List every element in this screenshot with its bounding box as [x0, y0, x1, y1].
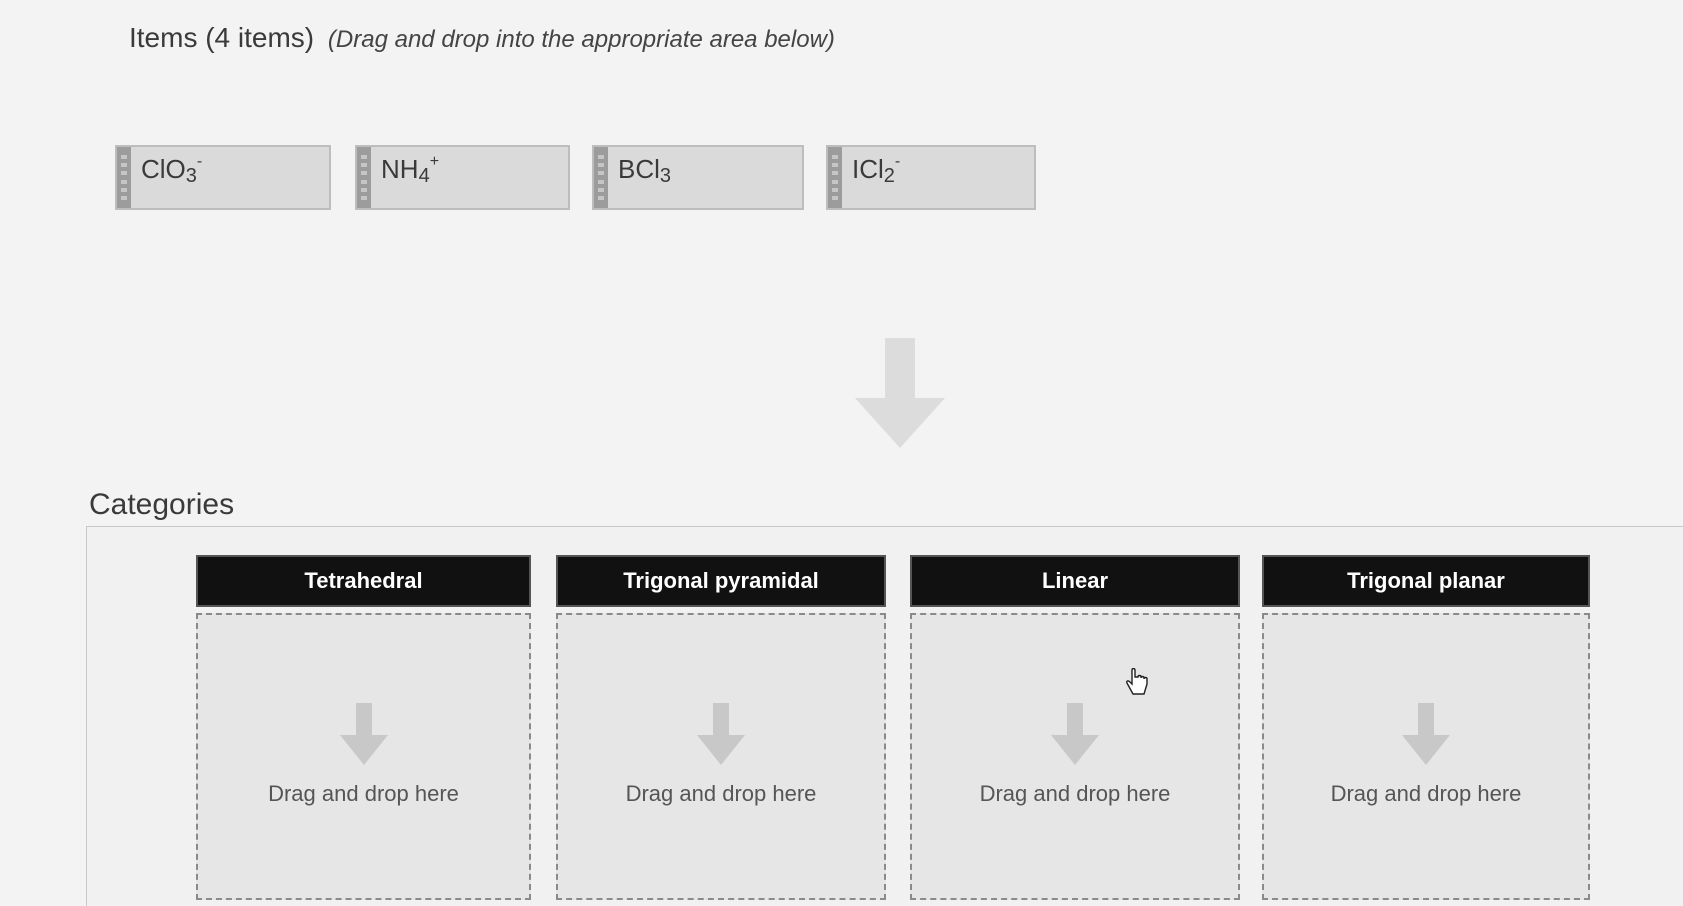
item-label: NH4+	[381, 153, 440, 187]
drop-text: Drag and drop here	[979, 781, 1171, 806]
items-header: Items (4 items) (Drag and drop into the …	[129, 22, 835, 54]
item-label: ICl2-	[852, 153, 901, 187]
drag-handle-icon[interactable]	[357, 147, 371, 208]
drop-text: Drag and drop here	[625, 781, 817, 806]
drag-handle-icon[interactable]	[828, 147, 842, 208]
down-arrow-icon	[855, 338, 945, 448]
item-clo3[interactable]: ClO3-	[115, 145, 331, 210]
item-label: ClO3-	[141, 153, 203, 187]
hand-pointer-icon	[1126, 668, 1148, 695]
drop-zone-linear[interactable]: Drag and drop here	[910, 613, 1240, 900]
category-header: Trigonal planar	[1262, 555, 1590, 607]
item-nh4[interactable]: NH4+	[355, 145, 570, 210]
item-icl2[interactable]: ICl2-	[826, 145, 1036, 210]
item-label: BCl3	[618, 154, 672, 187]
category-tetrahedral: Tetrahedral Drag and drop here	[196, 555, 531, 900]
category-header: Tetrahedral	[196, 555, 531, 607]
category-header: Trigonal pyramidal	[556, 555, 886, 607]
drag-handle-icon[interactable]	[594, 147, 608, 208]
down-arrow-icon	[339, 703, 388, 765]
items-hint: (Drag and drop into the appropriate area…	[327, 26, 835, 53]
drop-zone-tetrahedral[interactable]: Drag and drop here	[196, 613, 531, 900]
category-linear: Linear Drag and drop here	[910, 555, 1240, 900]
drop-text: Drag and drop here	[268, 781, 459, 806]
item-bcl3[interactable]: BCl3	[592, 145, 804, 210]
category-trigonal-pyramidal: Trigonal pyramidal Drag and drop here	[556, 555, 886, 900]
categories-title: Categories	[89, 488, 235, 521]
down-arrow-icon	[1051, 703, 1099, 765]
drop-zone-trigonal-planar[interactable]: Drag and drop here	[1262, 613, 1590, 900]
drop-text: Drag and drop here	[1330, 781, 1522, 806]
drop-zone-trigonal-pyramidal[interactable]: Drag and drop here	[556, 613, 886, 900]
drag-handle-icon[interactable]	[117, 147, 131, 208]
items-title: Items (4 items)	[129, 22, 315, 53]
category-header: Linear	[910, 555, 1240, 607]
down-arrow-icon	[1402, 703, 1450, 765]
down-arrow-icon	[697, 703, 745, 765]
category-trigonal-planar: Trigonal planar Drag and drop here	[1262, 555, 1590, 900]
